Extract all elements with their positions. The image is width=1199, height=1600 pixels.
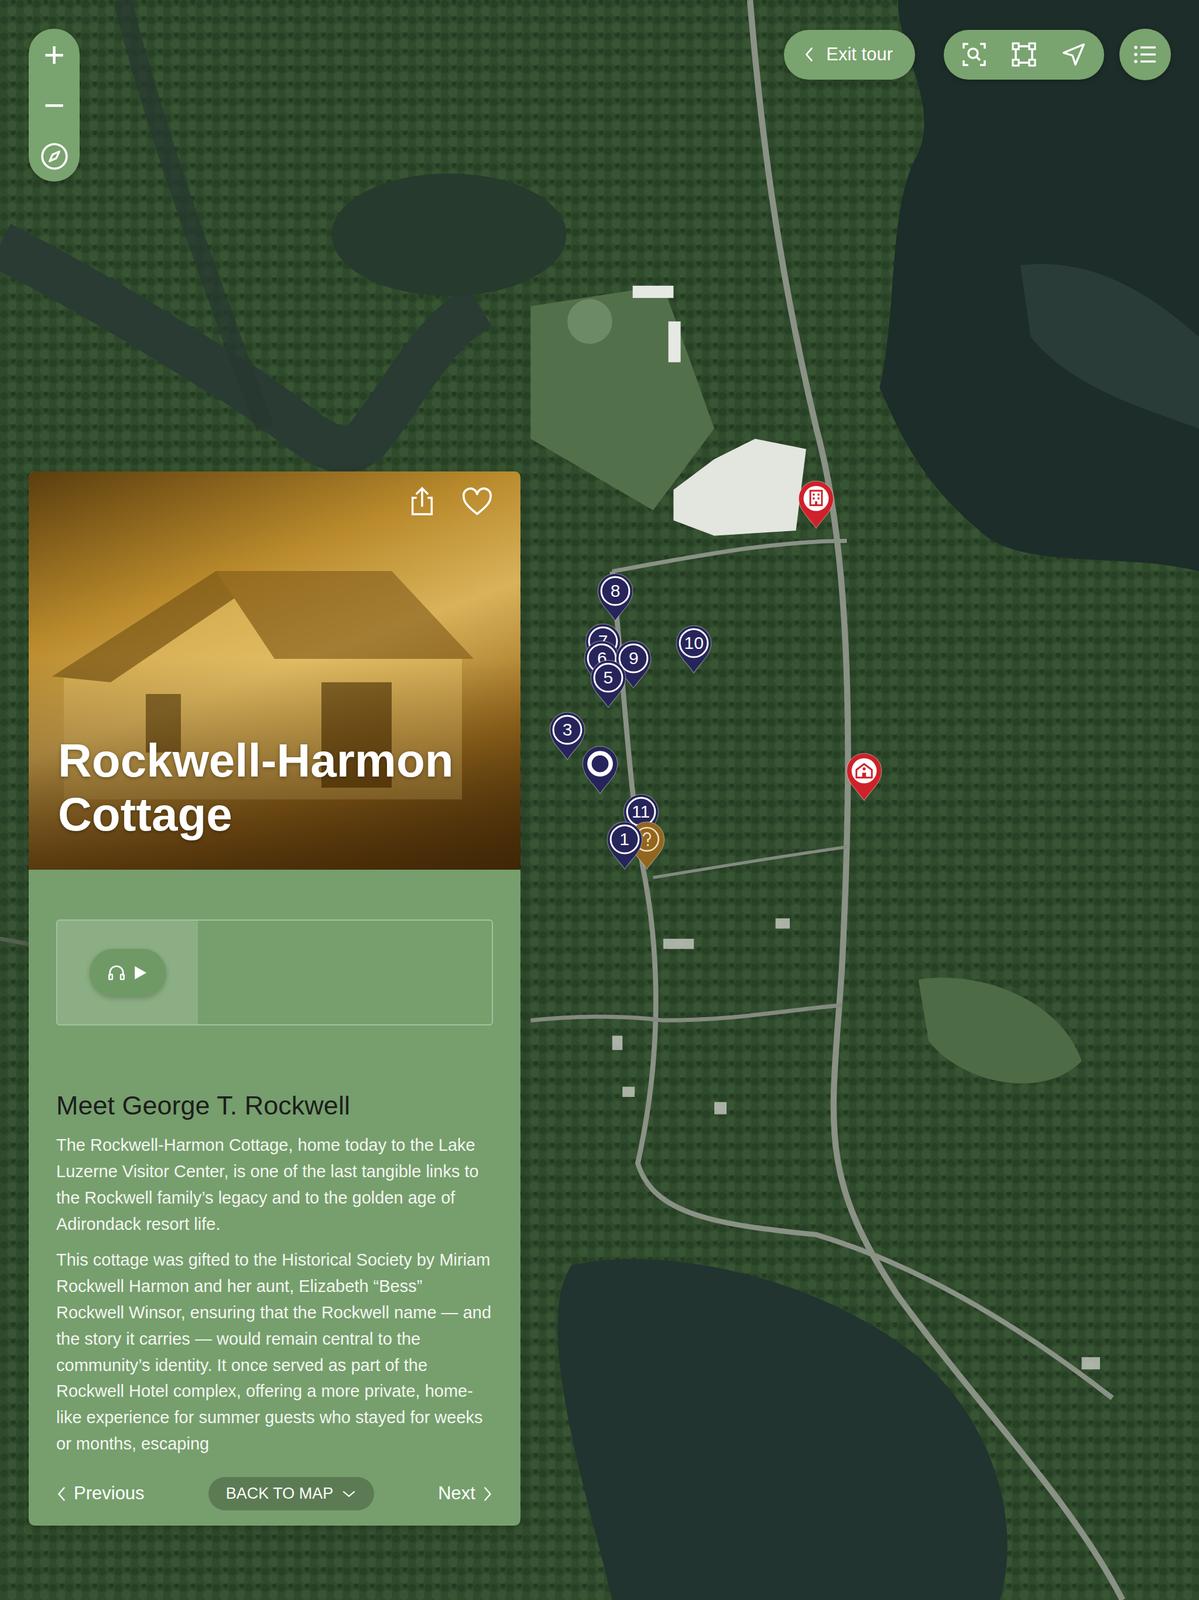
zoom-controls: + −: [28, 28, 80, 182]
landmark-pin[interactable]: [844, 751, 884, 802]
fit-bounds-button[interactable]: [1006, 36, 1042, 73]
heart-icon: [460, 484, 495, 519]
headphones-icon: [106, 962, 127, 983]
next-label: Next: [437, 1479, 476, 1507]
description-paragraph: This cottage was gifted to the Historica…: [56, 1246, 493, 1458]
chevron-left-icon: [801, 45, 817, 64]
hotel-pin[interactable]: [796, 478, 836, 530]
zoom-in-button[interactable]: +: [28, 28, 80, 80]
top-toolbar: Exit tour: [783, 28, 1171, 81]
play-audio-button[interactable]: [89, 948, 167, 997]
previous-label: Previous: [73, 1479, 145, 1507]
hotel-icon: [796, 478, 836, 530]
current-pin[interactable]: [580, 744, 620, 795]
section-heading: Meet George T. Rockwell: [56, 1089, 493, 1122]
locate-button[interactable]: [1056, 36, 1092, 73]
back-to-map-button[interactable]: BACK TO MAP: [208, 1476, 375, 1510]
stops-list-button[interactable]: [1119, 28, 1171, 81]
photo-actions: [404, 484, 495, 520]
zoom-in-label: +: [43, 36, 65, 73]
search-area-icon: [960, 40, 989, 69]
pin-number: 3: [547, 710, 587, 749]
compass-icon: [39, 141, 70, 171]
zoom-out-button[interactable]: −: [28, 79, 80, 131]
stop-description: The Rockwell-Harmon Cottage, home today …: [56, 1131, 493, 1457]
chevron-down-icon: [341, 1488, 357, 1499]
zoom-out-label: −: [43, 87, 65, 124]
back-to-map-label: BACK TO MAP: [225, 1481, 334, 1506]
map-tools: [943, 29, 1105, 80]
pin-number: 5: [588, 658, 628, 697]
navigation-arrow-icon: [1060, 40, 1088, 68]
map-pin-icon: [580, 744, 620, 795]
chevron-left-icon: [56, 1484, 67, 1503]
audio-player: [56, 919, 493, 1026]
next-button[interactable]: Next: [437, 1477, 493, 1510]
stop-pin[interactable]: 5: [588, 658, 628, 709]
share-icon: [405, 485, 439, 519]
search-area-button[interactable]: [956, 36, 992, 73]
chevron-right-icon: [482, 1484, 493, 1503]
card-footer: Previous BACK TO MAP Next: [28, 1465, 521, 1526]
bounding-box-icon: [1009, 40, 1039, 69]
stop-pin[interactable]: 10: [674, 623, 714, 674]
exit-tour-label: Exit tour: [826, 40, 893, 69]
description-paragraph: The Rockwell-Harmon Cottage, home today …: [56, 1131, 493, 1238]
list-icon: [1131, 40, 1160, 69]
tour-map[interactable]: + − Exit tour 76895103111: [0, 0, 1199, 1600]
compass-button[interactable]: [28, 130, 80, 182]
landmark-icon: [844, 751, 884, 802]
stop-pin[interactable]: 8: [595, 571, 635, 622]
stop-pin[interactable]: 1: [605, 819, 644, 870]
stop-body: Meet George T. Rockwell The Rockwell-Har…: [28, 919, 521, 1457]
previous-button[interactable]: Previous: [56, 1477, 145, 1510]
stop-photo: Rockwell-Harmon Cottage: [28, 471, 521, 870]
share-button[interactable]: [404, 484, 440, 520]
pin-number: 10: [674, 623, 714, 663]
favorite-button[interactable]: [459, 484, 495, 520]
pin-number: 1: [605, 819, 644, 859]
play-icon: [131, 963, 149, 982]
stop-pin[interactable]: 3: [547, 710, 587, 761]
pin-number: 8: [595, 571, 635, 611]
stop-card: Rockwell-Harmon Cottage Meet George T. R…: [28, 471, 521, 1526]
stop-title: Rockwell-Harmon Cottage: [57, 733, 498, 842]
exit-tour-button[interactable]: Exit tour: [783, 29, 916, 80]
